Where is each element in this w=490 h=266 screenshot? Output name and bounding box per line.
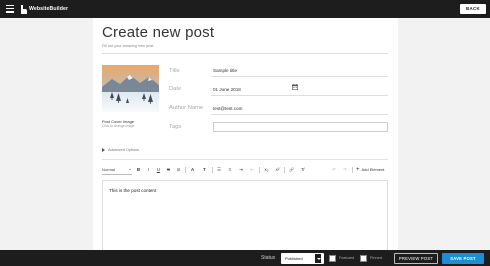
- bottom-action-bar: Status Published Featured Pinned PREVIEW…: [0, 250, 490, 266]
- bullet-list-button[interactable]: ☰: [215, 165, 223, 175]
- chevron-right-icon: [102, 148, 105, 152]
- editor-content[interactable]: This is the post content: [109, 188, 156, 193]
- page-subtitle: Fill out your amazing new post.: [102, 44, 155, 48]
- calendar-icon[interactable]: [292, 84, 298, 90]
- code-button[interactable]: ⊘: [175, 165, 182, 175]
- text-color-button[interactable]: A: [188, 165, 197, 175]
- divider: [102, 159, 388, 160]
- indent-button[interactable]: ⇥: [237, 165, 245, 175]
- author-label: Author Name: [169, 105, 204, 111]
- post-form-card: Create new post Fill out your amazing ne…: [93, 18, 398, 266]
- toolbar-separator: [352, 167, 353, 173]
- title-label: Title: [169, 68, 180, 74]
- add-element-label: Add Element: [361, 167, 385, 172]
- cover-image[interactable]: [102, 65, 159, 112]
- top-bar: WebsiteBuilder BACK: [0, 0, 490, 18]
- undo-button[interactable]: ↶: [330, 165, 338, 175]
- bold-button[interactable]: B: [135, 165, 142, 175]
- editor-toolbar: Normal B I U S ⊘ A T ☰ ≡ ⇥ ⇤ x₂ x² 🔗 T̸ …: [102, 165, 388, 175]
- toolbar-separator: [185, 167, 186, 173]
- preview-post-button[interactable]: PREVIEW POST: [394, 252, 438, 264]
- text-style-select[interactable]: Normal: [102, 165, 132, 175]
- title-input[interactable]: Sample title: [213, 68, 237, 73]
- font-size-button[interactable]: T: [200, 165, 209, 175]
- cover-image-picture: [102, 65, 159, 112]
- toolbar-separator: [284, 167, 285, 173]
- author-underline: [211, 114, 388, 115]
- strikethrough-button[interactable]: S: [165, 165, 172, 175]
- date-label: Date: [169, 86, 182, 92]
- featured-label: Featured: [339, 256, 355, 260]
- link-button[interactable]: 🔗: [287, 165, 296, 175]
- superscript-button[interactable]: x²: [273, 165, 282, 175]
- divider: [102, 53, 388, 54]
- underline-button[interactable]: U: [155, 165, 162, 175]
- clear-format-button[interactable]: T̸: [298, 165, 307, 175]
- plus-icon: +: [356, 167, 360, 173]
- logo[interactable]: WebsiteBuilder: [21, 4, 68, 14]
- back-button[interactable]: BACK: [460, 4, 486, 14]
- author-input[interactable]: test@test.com: [213, 106, 242, 111]
- toolbar-separator: [259, 167, 260, 173]
- date-input[interactable]: 01 June 2018: [213, 87, 241, 92]
- status-value: Published: [285, 255, 303, 261]
- logo-text: WebsiteBuilder: [29, 6, 69, 12]
- chevron-down-icon: [129, 169, 131, 170]
- title-underline: [211, 76, 388, 77]
- status-label: Status: [261, 255, 276, 261]
- save-post-button[interactable]: SAVE POST: [442, 252, 484, 264]
- numbered-list-button[interactable]: ≡: [226, 165, 234, 175]
- chevron-down-icon: [314, 252, 322, 264]
- menu-icon[interactable]: [6, 5, 14, 13]
- italic-button[interactable]: I: [145, 165, 152, 175]
- subscript-button[interactable]: x₂: [262, 165, 271, 175]
- add-element-button[interactable]: + Add Element: [356, 165, 384, 175]
- page-title: Create new post: [102, 24, 215, 41]
- pinned-checkbox[interactable]: [360, 254, 367, 262]
- date-underline: [211, 95, 388, 96]
- logo-mark-icon: [21, 4, 27, 14]
- outdent-button[interactable]: ⇤: [248, 165, 256, 175]
- text-style-value: Normal: [102, 167, 115, 172]
- status-select[interactable]: Published: [281, 252, 324, 264]
- featured-checkbox[interactable]: [329, 254, 336, 262]
- redo-button[interactable]: ↷: [341, 165, 349, 175]
- advanced-options-label: Advanced Options: [108, 148, 140, 152]
- toolbar-separator: [212, 167, 213, 173]
- tags-label: Tags: [169, 124, 182, 130]
- advanced-options-toggle[interactable]: Advanced Options: [102, 148, 139, 152]
- cover-change-hint[interactable]: Click to change image: [102, 124, 134, 128]
- pinned-label: Pinned: [370, 256, 382, 260]
- tags-input[interactable]: [213, 122, 388, 132]
